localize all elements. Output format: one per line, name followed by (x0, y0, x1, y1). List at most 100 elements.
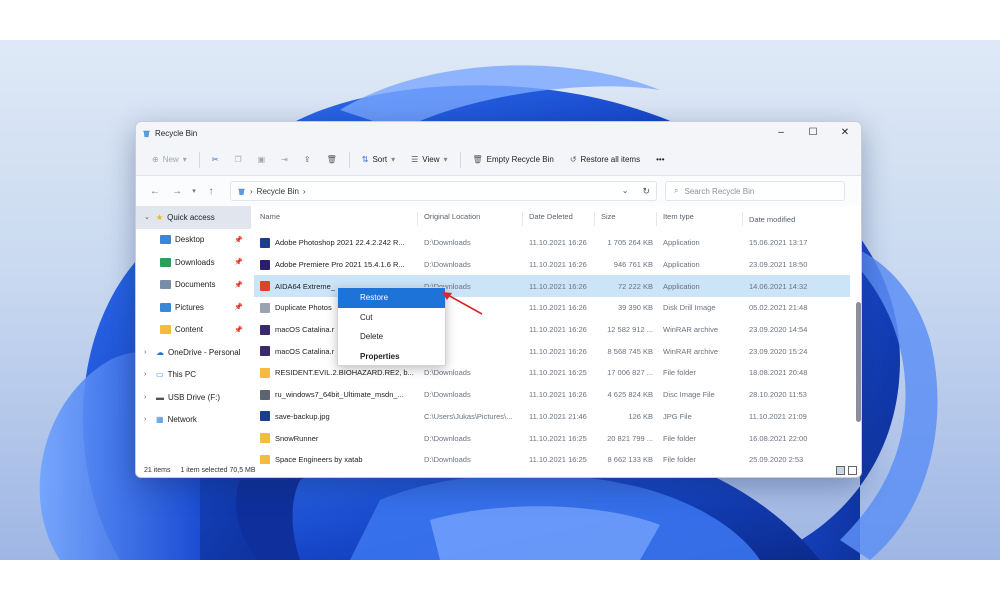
more-icon: ••• (656, 155, 665, 164)
details-view-icon[interactable] (836, 466, 845, 475)
share-button[interactable]: ⇪ (296, 148, 319, 172)
file-size: 72 222 KB (617, 281, 653, 291)
file-name-label: Adobe Premiere Pro 2021 15.4.1.6 R... (275, 260, 405, 270)
empty-recycle-bin-button[interactable]: 🗑 Empty Recycle Bin (465, 148, 562, 172)
date-deleted: 11.10.2021 21:46 (529, 411, 587, 421)
file-icon (260, 411, 270, 422)
chevron-right-icon[interactable]: › (144, 371, 152, 378)
back-arrow-icon[interactable]: ← (144, 186, 166, 197)
restore-all-button[interactable]: ↺ Restore all items (562, 148, 648, 172)
date-modified: 23.09.2020 15:24 (749, 346, 808, 356)
date-deleted: 11.10.2021 16:26 (529, 346, 587, 356)
context-properties[interactable]: Properties (338, 347, 445, 367)
chevron-down-icon: ▾ (391, 155, 396, 164)
nav-item-usb-drive[interactable]: › ▬ USB Drive (F:) (136, 386, 251, 409)
nav-item-onedrive[interactable]: › ☁ OneDrive - Personal (136, 341, 251, 364)
file-icon (260, 433, 270, 444)
file-size: 12 582 912 ... (607, 325, 653, 335)
tiles-view-icon[interactable] (848, 466, 857, 475)
search-input[interactable]: Search Recycle Bin (684, 187, 754, 196)
restore-icon: ↺ (569, 155, 577, 164)
chevron-down-icon: ▾ (443, 155, 448, 164)
table-row[interactable]: Adobe Photoshop 2021 22.4.2.242 R... D:\D… (254, 232, 850, 254)
date-modified: 25.09.2020 2:53 (749, 455, 804, 465)
sort-icon: ⇅ (361, 155, 369, 164)
downloads-folder-icon (160, 257, 171, 267)
nav-item-desktop[interactable]: Desktop 📌 (136, 229, 251, 252)
file-name-label: macOS Catalina.r (275, 325, 335, 335)
context-cut[interactable]: Cut (338, 308, 445, 328)
file-name-label: SnowRunner (275, 433, 319, 443)
minimize-button[interactable]: – (765, 122, 797, 142)
command-bar: ⊕ New ▾ ✂ ❐ ▣ ⇥ ⇪ 🗑 ⇅ Sort ▾ ☰ View ▾ 🗑 … (136, 144, 861, 176)
context-delete[interactable]: Delete (338, 327, 445, 347)
file-size: 4 625 824 KB (607, 390, 653, 400)
file-name: save-backup.jpg (254, 411, 418, 422)
chevron-down-icon[interactable]: ⌄ (622, 186, 629, 197)
nav-label: Content (175, 325, 204, 335)
nav-item-this-pc[interactable]: › ▭ This PC (136, 364, 251, 387)
original-location: D:\Downloads (424, 455, 471, 465)
column-header-item-type[interactable]: Item type (657, 212, 743, 226)
chevron-right-icon[interactable]: › (144, 394, 152, 401)
view-button[interactable]: ☰ View ▾ (403, 148, 455, 172)
table-row[interactable]: SnowRunner D:\Downloads 11.10.2021 16:25 20… (254, 427, 850, 449)
nav-item-pictures[interactable]: Pictures 📌 (136, 296, 251, 319)
address-bar[interactable]: › Recycle Bin › ⌄ ↻ (230, 181, 657, 201)
breadcrumb[interactable]: Recycle Bin (257, 187, 299, 196)
chevron-right-icon[interactable]: › (144, 416, 152, 423)
nav-item-quick-access[interactable]: ⌄ ★ Quick access (136, 206, 251, 229)
paste-button[interactable]: ▣ (250, 148, 274, 172)
up-arrow-icon[interactable]: ↑ (200, 186, 222, 197)
column-header-size[interactable]: Size (595, 212, 657, 226)
column-header-date-modified[interactable]: Date modified (743, 215, 833, 224)
vertical-scrollbar[interactable] (856, 302, 861, 422)
delete-button[interactable]: 🗑 (319, 148, 345, 172)
share-icon: ⇪ (303, 155, 311, 164)
window-title: Recycle Bin (155, 128, 198, 138)
recent-dropdown-icon[interactable]: ▾ (188, 187, 200, 195)
new-button[interactable]: ⊕ New ▾ (144, 148, 195, 172)
window-controls: – ☐ ✕ (765, 122, 861, 142)
table-row[interactable]: Adobe Premiere Pro 2021 15.4.1.6 R... D:\… (254, 254, 850, 276)
maximize-button[interactable]: ☐ (797, 122, 829, 142)
nav-item-documents[interactable]: Documents 📌 (136, 274, 251, 297)
forward-arrow-icon[interactable]: → (166, 186, 188, 197)
original-location: D:\Downloads (424, 260, 471, 270)
item-type: WinRAR archive (663, 346, 719, 356)
date-deleted: 11.10.2021 16:26 (529, 281, 587, 291)
chevron-right-icon[interactable]: › (144, 349, 152, 356)
more-options-button[interactable]: ••• (648, 148, 672, 172)
original-location: D:\Downloads (424, 368, 471, 378)
rename-icon: ⇥ (281, 155, 288, 164)
column-header-name[interactable]: Name (254, 212, 418, 226)
search-box[interactable]: ⌕ Search Recycle Bin (665, 181, 845, 201)
table-row[interactable]: save-backup.jpg C:\Users\Jukas\Pictures\.… (254, 406, 850, 428)
file-icon (260, 259, 270, 270)
sort-button[interactable]: ⇅ Sort ▾ (354, 148, 403, 172)
file-icon (260, 237, 270, 248)
nav-item-network[interactable]: › ▦ Network (136, 409, 251, 432)
item-type: Application (663, 238, 700, 248)
toolbar-divider (198, 151, 200, 168)
rename-button[interactable]: ⇥ (273, 148, 296, 172)
column-header-original-location[interactable]: Original Location (418, 212, 523, 226)
address-row: ← → ▾ ↑ › Recycle Bin › ⌄ ↻ ⌕ Search Rec… (136, 176, 861, 206)
chevron-down-icon[interactable]: ⌄ (144, 213, 152, 221)
context-restore[interactable]: Restore (338, 288, 445, 308)
cut-button[interactable]: ✂ (204, 148, 227, 172)
column-header-date-deleted[interactable]: Date Deleted (523, 212, 595, 226)
file-name-label: save-backup.jpg (275, 411, 330, 421)
date-deleted: 11.10.2021 16:25 (529, 368, 587, 378)
pin-icon: 📌 (234, 304, 243, 312)
copy-button[interactable]: ❐ (226, 148, 249, 172)
original-location: C:\Users\Jukas\Pictures\... (424, 411, 513, 421)
refresh-icon[interactable]: ↻ (642, 186, 650, 197)
table-row[interactable]: ru_windows7_64bit_Ultimate_msdn_... D:\Do… (254, 384, 850, 406)
nav-item-content[interactable]: Content 📌 (136, 319, 251, 342)
file-name: RESIDENT.EVIL.2.BIOHAZARD.RE2, b... (254, 367, 418, 378)
close-button[interactable]: ✕ (829, 122, 861, 142)
toolbar-divider (348, 151, 350, 168)
nav-item-downloads[interactable]: Downloads 📌 (136, 251, 251, 274)
toolbar-divider (459, 151, 461, 168)
